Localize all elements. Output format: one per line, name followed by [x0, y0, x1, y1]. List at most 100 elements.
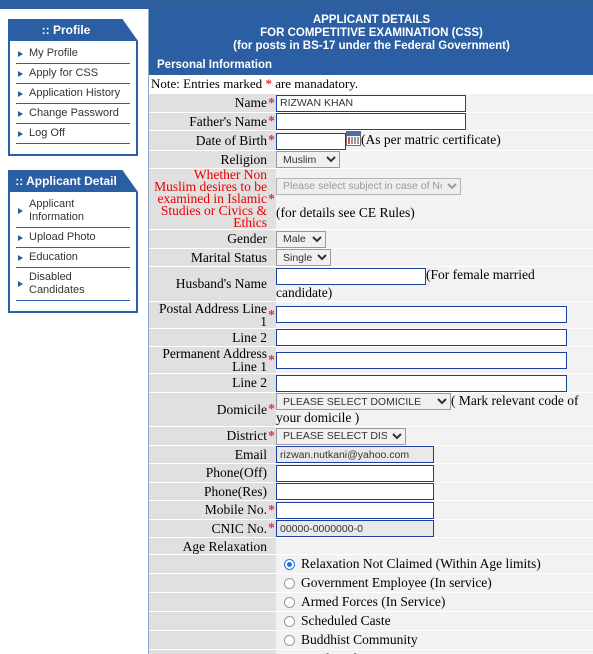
sidebar-item-education[interactable]: Education — [16, 248, 130, 268]
field-age-relaxation-option-4: Buddhist Community — [276, 630, 593, 650]
label-spacer — [149, 630, 267, 650]
label-age-relaxation: Age Relaxation — [149, 537, 267, 555]
label-marital-status: Marital Status — [149, 248, 267, 267]
field-age-relaxation-option-1: Government Employee (In service) — [276, 573, 593, 593]
calendar-icon[interactable] — [346, 131, 361, 146]
field-phone-res — [276, 482, 593, 501]
radio-azad-kashmir[interactable]: Azad Kashmir — [276, 650, 593, 654]
row-age-relaxation-option-3: Scheduled Caste — [149, 611, 593, 631]
date-of-birth-input[interactable] — [276, 132, 346, 150]
required-marital-status-empty — [267, 248, 276, 267]
row-religion: Religion Muslim — [149, 150, 593, 169]
field-district: PLEASE SELECT DISTRICT — [276, 426, 593, 446]
page-title-line3: (for posts in BS-17 under the Federal Go… — [233, 40, 510, 52]
required-age-relaxation-empty — [267, 537, 276, 555]
gender-select[interactable]: Male — [276, 230, 326, 248]
sidebar-item-label: Apply for CSS — [29, 67, 99, 79]
label-date-of-birth: Date of Birth — [149, 130, 267, 151]
required-date-of-birth: * — [267, 130, 276, 151]
bullet-arrow-icon — [18, 254, 23, 261]
father-name-input[interactable] — [276, 113, 466, 130]
star-spacer — [267, 630, 276, 650]
postal-address-2-input[interactable] — [276, 329, 567, 346]
label-name: Name — [149, 94, 267, 113]
row-mobile-no: Mobile No. * — [149, 500, 593, 520]
row-date-of-birth: Date of Birth * (As per matric certifica… — [149, 130, 593, 151]
radio-button-icon[interactable] — [284, 558, 295, 570]
non-muslim-subject-select[interactable]: Please select subject in case of Non-Mus… — [276, 177, 461, 195]
label-gender: Gender — [149, 229, 267, 249]
phone-res-input[interactable] — [276, 483, 434, 500]
radio-relaxation-not-claimed[interactable]: Relaxation Not Claimed (Within Age limit… — [276, 555, 593, 573]
row-non-muslim-subject: Whether Non Muslim desires to be examine… — [149, 168, 593, 230]
sidebar-item-apply-for-css[interactable]: Apply for CSS — [16, 64, 130, 84]
bullet-arrow-icon — [18, 234, 23, 241]
radio-armed-forces[interactable]: Armed Forces (In Service) — [276, 593, 593, 611]
page-root: :: Profile My Profile Apply for CSS Appl… — [0, 0, 593, 654]
sidebar-item-label: My Profile — [29, 47, 78, 59]
required-permanent-address-1: * — [267, 346, 276, 374]
sidebar-item-label: Education — [29, 251, 78, 263]
star-spacer — [267, 592, 276, 612]
note-suffix: are manadatory. — [271, 76, 359, 91]
postal-address-1-input[interactable] — [276, 306, 567, 324]
radio-label: Armed Forces (In Service) — [301, 594, 446, 609]
field-age-relaxation-option-2: Armed Forces (In Service) — [276, 592, 593, 612]
bullet-arrow-icon — [18, 208, 23, 214]
cnic-no-input[interactable] — [276, 520, 434, 537]
star-spacer — [267, 554, 276, 574]
radio-government-employee[interactable]: Government Employee (In service) — [276, 574, 593, 592]
sidebar-item-label: Disabled Candidates — [29, 271, 85, 296]
sidebar-item-log-off[interactable]: Log Off — [16, 124, 130, 144]
sidebar-item-change-password[interactable]: Change Password — [16, 104, 130, 124]
sidebar-item-my-profile[interactable]: My Profile — [16, 44, 130, 64]
sidebar-item-label: Change Password — [29, 107, 119, 119]
radio-button-icon[interactable] — [284, 596, 295, 608]
label-cnic-no: CNIC No. — [149, 519, 267, 538]
field-date-of-birth: (As per matric certificate) — [276, 130, 593, 151]
field-phone-off — [276, 463, 593, 483]
radio-buddhist-community[interactable]: Buddhist Community — [276, 631, 593, 649]
label-mobile-no: Mobile No. — [149, 500, 267, 520]
religion-select[interactable]: Muslim — [276, 151, 340, 168]
permanent-address-1-input[interactable] — [276, 351, 567, 369]
sidebar-item-disabled-candidates[interactable]: Disabled Candidates — [16, 268, 130, 301]
required-postal-address-1: * — [267, 301, 276, 329]
radio-button-icon[interactable] — [284, 634, 295, 646]
row-age-relaxation: Age Relaxation — [149, 537, 593, 555]
field-cnic-no — [276, 519, 593, 538]
field-email — [276, 445, 593, 464]
sidebar-item-upload-photo[interactable]: Upload Photo — [16, 228, 130, 248]
mobile-no-input[interactable] — [276, 501, 434, 519]
row-father-name: Father's Name * — [149, 112, 593, 131]
radio-button-icon[interactable] — [284, 577, 295, 589]
email-input[interactable] — [276, 446, 434, 463]
radio-button-icon[interactable] — [284, 615, 295, 627]
field-name — [276, 94, 593, 113]
label-spacer — [149, 573, 267, 593]
field-permanent-address-1 — [276, 346, 593, 374]
name-input[interactable] — [276, 94, 466, 112]
row-gender: Gender Male — [149, 229, 593, 249]
phone-off-input[interactable] — [276, 464, 434, 482]
sidebar-item-applicant-information[interactable]: Applicant Information — [16, 195, 130, 228]
star-spacer — [267, 573, 276, 593]
profile-panel-body: My Profile Apply for CSS Application His… — [8, 41, 138, 156]
domicile-select[interactable]: PLEASE SELECT DOMICILE — [276, 393, 451, 410]
required-religion-empty — [267, 150, 276, 169]
field-mobile-no — [276, 500, 593, 520]
row-domicile: Domicile * PLEASE SELECT DOMICILE ( Mark… — [149, 392, 593, 427]
bullet-arrow-icon — [18, 70, 23, 77]
star-spacer — [267, 649, 276, 654]
radio-label: Scheduled Caste — [301, 613, 391, 628]
district-select[interactable]: PLEASE SELECT DISTRICT — [276, 427, 406, 445]
radio-scheduled-caste[interactable]: Scheduled Caste — [276, 612, 593, 630]
required-email-empty — [267, 445, 276, 464]
marital-status-select[interactable]: Single — [276, 249, 331, 266]
field-age-relaxation-option-0: Relaxation Not Claimed (Within Age limit… — [276, 554, 593, 574]
permanent-address-2-input[interactable] — [276, 374, 567, 392]
row-age-relaxation-option-1: Government Employee (In service) — [149, 573, 593, 593]
husband-name-input[interactable] — [276, 267, 426, 285]
sidebar-item-application-history[interactable]: Application History — [16, 84, 130, 104]
row-age-relaxation-option-2: Armed Forces (In Service) — [149, 592, 593, 612]
